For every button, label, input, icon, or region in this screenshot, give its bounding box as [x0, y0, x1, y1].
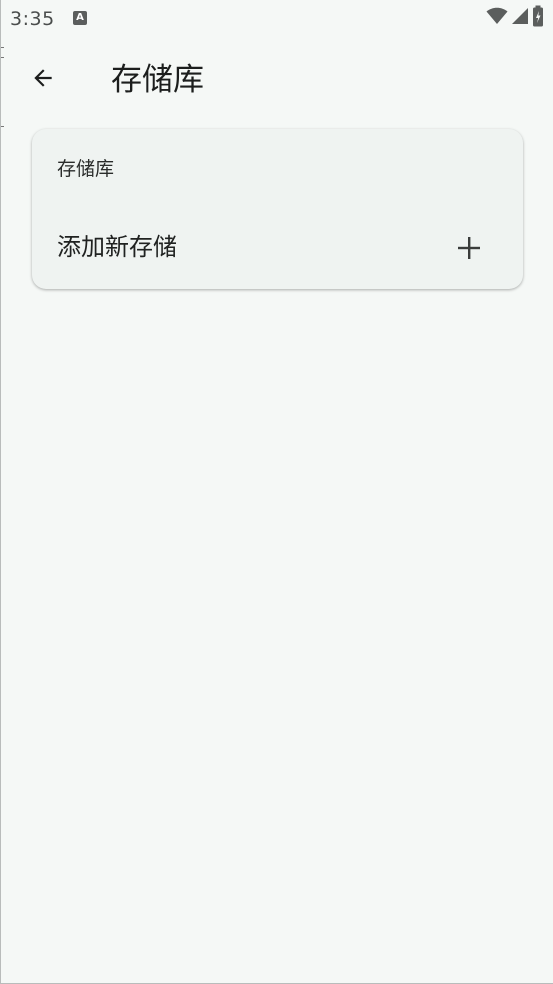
status-icons [486, 5, 544, 31]
plus-icon[interactable] [455, 234, 483, 262]
repository-card: 存储库 添加新存储 [32, 129, 523, 289]
back-button[interactable] [23, 60, 63, 100]
add-new-storage-label: 添加新存储 [57, 233, 177, 261]
battery-charging-icon [532, 5, 544, 31]
signal-icon [512, 7, 528, 29]
card-header: 存储库 [57, 158, 115, 180]
status-bar: 3:35 A [1, 0, 553, 38]
page-title: 存储库 [111, 62, 204, 98]
arrow-back-icon [30, 65, 56, 95]
app-bar: 存储库 [1, 48, 553, 112]
add-new-storage-item[interactable]: 添加新存储 [32, 216, 523, 280]
status-time: 3:35 [10, 8, 55, 30]
wifi-icon [486, 7, 508, 29]
app-notification-icon: A [73, 11, 87, 25]
edge-mark [1, 126, 4, 127]
